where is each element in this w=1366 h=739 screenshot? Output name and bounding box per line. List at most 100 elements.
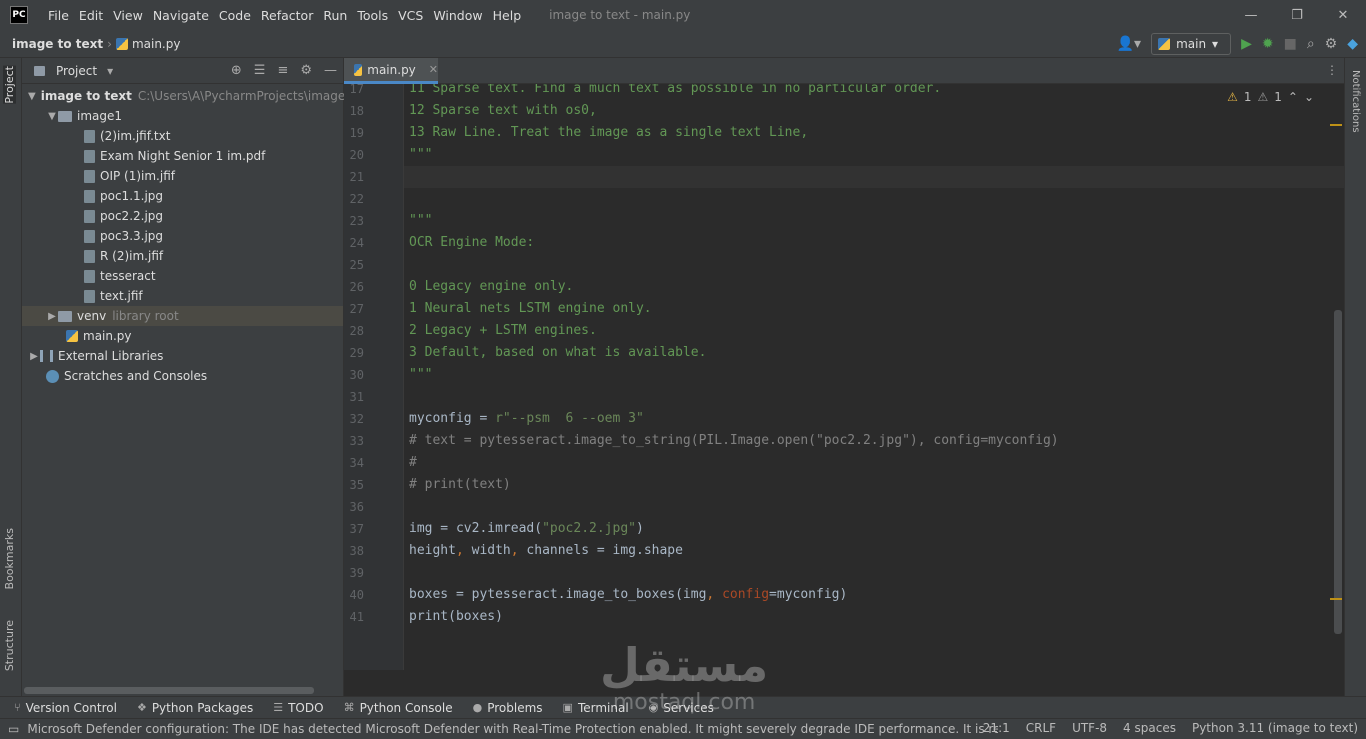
update-icon[interactable]: ◆ — [1347, 36, 1358, 52]
line-number[interactable]: 17 — [344, 78, 364, 100]
tree-file[interactable]: text.jfif — [22, 286, 343, 306]
project-tool-tab[interactable]: Project — [3, 66, 16, 104]
line-number[interactable]: 35 — [344, 474, 364, 496]
gear-icon[interactable]: ⚙ — [1325, 36, 1338, 52]
chevron-up-icon[interactable]: ⌃ — [1288, 90, 1298, 104]
user-icon[interactable]: 👤▾ — [1117, 36, 1141, 52]
line-number[interactable]: 27 — [344, 298, 364, 320]
line-number[interactable]: 38 — [344, 540, 364, 562]
line-number[interactable]: 32 — [344, 408, 364, 430]
menu-navigate[interactable]: Navigate — [149, 8, 213, 23]
chevron-right-icon[interactable]: ▶ — [28, 351, 40, 362]
run-icon[interactable]: ▶ — [1241, 36, 1252, 52]
line-number[interactable]: 33 — [344, 430, 364, 452]
version-control-tab[interactable]: ⑂ Version Control — [14, 701, 117, 715]
tree-file[interactable]: poc2.2.jpg — [22, 206, 343, 226]
event-log-icon[interactable]: ▭ — [8, 722, 19, 736]
line-number[interactable]: 29 — [344, 342, 364, 364]
line-number[interactable]: 23 — [344, 210, 364, 232]
tree-folder-venv[interactable]: ▶ venv library root — [22, 306, 343, 326]
caret-position[interactable]: 21:1 — [983, 721, 1010, 735]
menu-code[interactable]: Code — [215, 8, 255, 23]
file-encoding[interactable]: UTF-8 — [1072, 721, 1107, 735]
menu-vcs[interactable]: VCS — [394, 8, 427, 23]
line-separator[interactable]: CRLF — [1026, 721, 1056, 735]
problems-tab[interactable]: ● Problems — [473, 701, 543, 715]
tree-file[interactable]: R (2)im.jfif — [22, 246, 343, 266]
breadcrumb-file[interactable]: main.py — [115, 37, 180, 51]
line-number[interactable]: 28 — [344, 320, 364, 342]
run-configuration-select[interactable]: main ▾ — [1151, 33, 1232, 55]
tree-scratches[interactable]: Scratches and Consoles — [22, 366, 343, 386]
line-number[interactable]: 36 — [344, 496, 364, 518]
tree-external-libraries[interactable]: ▶ External Libraries — [22, 346, 343, 366]
tree-file[interactable]: poc3.3.jpg — [22, 226, 343, 246]
gear-icon[interactable]: ⚙ — [300, 63, 312, 78]
python-interpreter[interactable]: Python 3.11 (image to text) — [1192, 721, 1358, 735]
close-icon[interactable]: ✕ — [429, 63, 438, 76]
line-number[interactable]: 25 — [344, 254, 364, 276]
menu-tools[interactable]: Tools — [353, 8, 392, 23]
more-icon[interactable]: ⋮ — [1326, 63, 1338, 77]
warning-marker[interactable] — [1330, 124, 1342, 126]
line-number[interactable]: 41 — [344, 606, 364, 628]
expand-all-icon[interactable]: ☰ — [254, 63, 266, 78]
line-number[interactable]: 30 — [344, 364, 364, 386]
warning-marker[interactable] — [1330, 598, 1342, 600]
tree-file[interactable]: tesseract — [22, 266, 343, 286]
line-number[interactable]: 20 — [344, 144, 364, 166]
menu-edit[interactable]: Edit — [75, 8, 107, 23]
chevron-down-icon[interactable]: ▼ — [46, 111, 58, 122]
line-number[interactable]: 31 — [344, 386, 364, 408]
python-console-tab[interactable]: ⌘ Python Console — [344, 701, 453, 715]
collapse-all-icon[interactable]: ≡ — [277, 63, 288, 78]
line-number[interactable]: 22 — [344, 188, 364, 210]
menu-window[interactable]: Window — [429, 8, 486, 23]
stop-icon[interactable]: ■ — [1284, 36, 1297, 52]
line-number[interactable]: 39 — [344, 562, 364, 584]
tree-file[interactable]: poc1.1.jpg — [22, 186, 343, 206]
tree-root[interactable]: ▼ image to text C:\Users\A\PycharmProjec… — [22, 86, 361, 106]
line-number[interactable]: 21 — [344, 166, 364, 188]
hide-icon[interactable]: — — [324, 63, 337, 78]
tree-folder-image1[interactable]: ▼ image1 — [22, 106, 343, 126]
notifications-tool-tab[interactable]: Notifications — [1350, 70, 1361, 133]
menu-file[interactable]: File — [44, 8, 73, 23]
search-icon[interactable]: ⌕ — [1307, 36, 1315, 52]
structure-tool-tab[interactable]: Structure — [3, 620, 16, 671]
chevron-right-icon[interactable]: ▶ — [46, 311, 58, 322]
chevron-down-icon[interactable]: ⌄ — [1304, 90, 1314, 104]
indent-setting[interactable]: 4 spaces — [1123, 721, 1176, 735]
line-number[interactable]: 26 — [344, 276, 364, 298]
debug-icon[interactable]: ✹ — [1262, 36, 1274, 52]
bookmarks-tool-tab[interactable]: Bookmarks — [3, 528, 16, 589]
status-message[interactable]: Microsoft Defender configuration: The ID… — [27, 722, 998, 736]
line-number[interactable]: 34 — [344, 452, 364, 474]
menu-refactor[interactable]: Refactor — [257, 8, 317, 23]
horizontal-scrollbar[interactable] — [24, 687, 314, 694]
tree-file[interactable]: OIP (1)im.jfif — [22, 166, 343, 186]
tree-file[interactable]: (2)im.jfif.txt — [22, 126, 343, 146]
minimize-button[interactable]: — — [1228, 0, 1274, 30]
line-number[interactable]: 40 — [344, 584, 364, 606]
todo-tab[interactable]: ☰ TODO — [273, 701, 323, 715]
menu-view[interactable]: View — [109, 8, 147, 23]
tree-file-main[interactable]: main.py — [22, 326, 343, 346]
tree-file[interactable]: Exam Night Senior 1 im.pdf — [22, 146, 343, 166]
inspection-widget[interactable]: ⚠ 1 ⚠ 1 ⌃ ⌄ — [1227, 90, 1314, 104]
chevron-down-icon[interactable]: ▾ — [107, 64, 113, 78]
chevron-down-icon[interactable]: ▼ — [28, 91, 36, 102]
line-number[interactable]: 24 — [344, 232, 364, 254]
close-button[interactable]: ✕ — [1320, 0, 1366, 30]
line-number[interactable]: 19 — [344, 122, 364, 144]
locate-icon[interactable]: ⊕ — [231, 63, 242, 78]
code-editor[interactable]: ⚠ 1 ⚠ 1 ⌃ ⌄ myconfig = r"--psm 6 --oem 3" … — [404, 84, 1344, 670]
python-packages-tab[interactable]: ❖ Python Packages — [137, 701, 253, 715]
line-number[interactable]: 18 — [344, 100, 364, 122]
menu-help[interactable]: Help — [489, 8, 526, 23]
restore-button[interactable]: ❐ — [1274, 0, 1320, 30]
line-number[interactable]: 37 — [344, 518, 364, 540]
menu-run[interactable]: Run — [319, 8, 351, 23]
project-panel-title[interactable]: Project — [56, 64, 97, 78]
vertical-scrollbar[interactable] — [1334, 310, 1342, 634]
